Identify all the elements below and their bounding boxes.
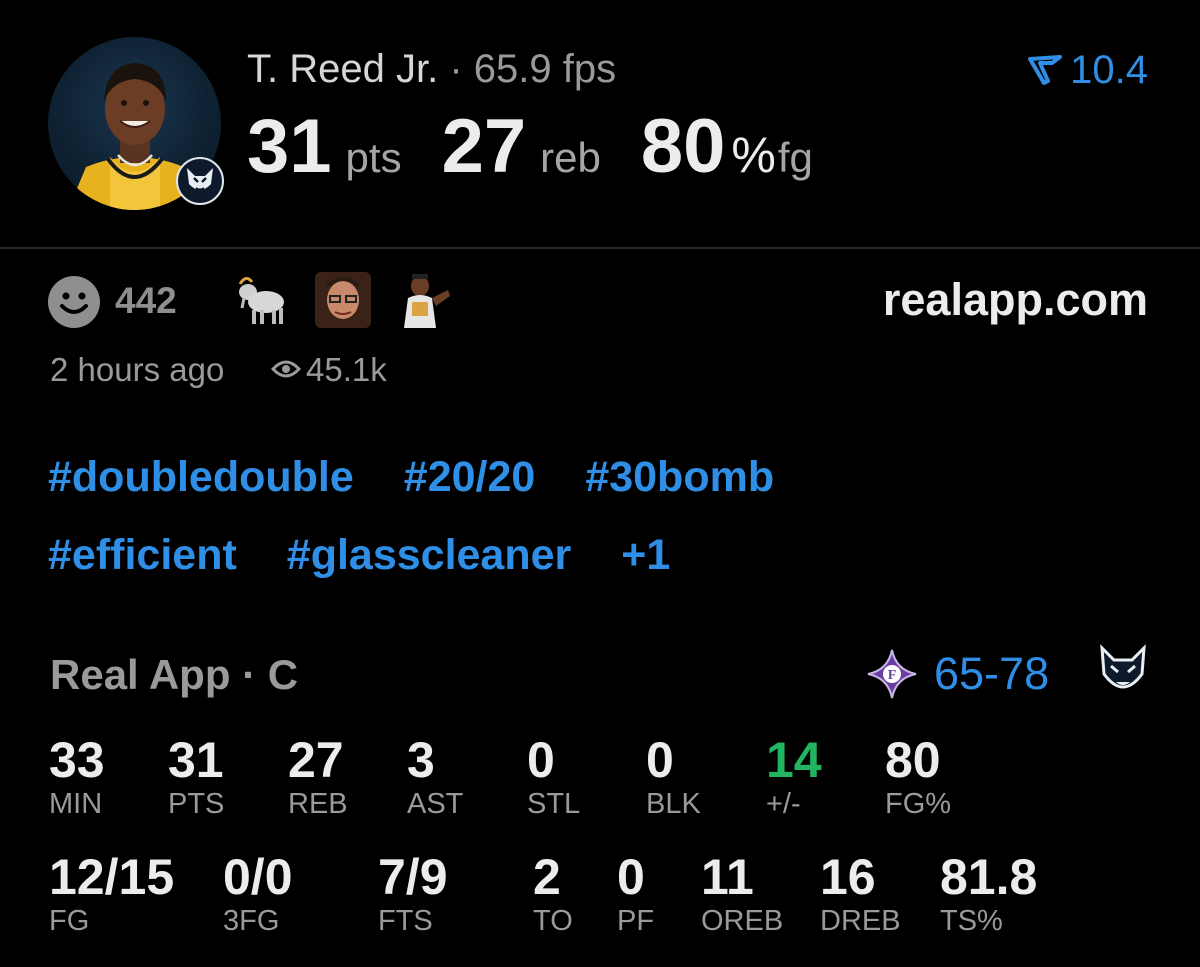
stat-reb: 27 REB — [288, 733, 348, 819]
stat-label: OREB — [701, 905, 784, 937]
headline-rebounds-value: 27 — [441, 104, 527, 189]
stat-value: 11 — [701, 849, 754, 905]
stat-value: 3 — [407, 732, 435, 788]
stat-label: TS% — [940, 905, 1003, 937]
goat-emoji[interactable] — [232, 272, 288, 326]
view-count: 45.1k — [306, 351, 387, 388]
separator-dot: · — [449, 47, 463, 91]
stat-value: 0/0 — [223, 849, 293, 905]
tag-link[interactable]: #glasscleaner — [287, 530, 571, 580]
stat-oreb: 11 OREB — [701, 850, 783, 936]
real-v-icon — [1028, 55, 1063, 85]
tag-row-2: #efficient #glasscleaner +1 — [48, 530, 1158, 580]
reaction-count[interactable]: 442 — [115, 279, 177, 323]
fantasy-points: 65.9 fps — [473, 47, 617, 91]
stat-label: BLK — [646, 788, 701, 820]
husky-icon — [187, 168, 213, 191]
stat-fg-pct: 80 FG% — [885, 733, 951, 819]
headline-fg-percent: % — [731, 127, 776, 183]
tag-link[interactable]: #doubledouble — [48, 452, 354, 502]
player-rating[interactable]: 10.4 — [1028, 48, 1148, 92]
post-time: 2 hours ago — [50, 351, 225, 388]
stat-value: 27 — [288, 732, 344, 788]
stat-value: 14 — [766, 732, 822, 788]
stat-plus-minus: 14 +/- — [766, 733, 822, 819]
stat-min: 33 MIN — [49, 733, 105, 819]
stat-label: PTS — [168, 788, 225, 820]
stat-label: FG — [49, 905, 90, 937]
header-divider — [0, 247, 1200, 249]
svg-text:F: F — [888, 668, 897, 683]
stat-ast: 3 AST — [407, 733, 463, 819]
stat-value: 81.8 — [940, 849, 1038, 905]
headline-fg-unit: fg — [777, 134, 813, 181]
stat-label: DREB — [820, 905, 901, 937]
stat-to: 2 TO — [533, 850, 573, 936]
stat-pf: 0 PF — [617, 850, 654, 936]
stat-value: 0 — [617, 849, 645, 905]
more-tags-button[interactable]: +1 — [621, 530, 670, 580]
stat-value: 33 — [49, 732, 105, 788]
tag-link[interactable]: #30bomb — [585, 452, 774, 502]
team-husky-badge — [176, 157, 224, 205]
stat-value: 16 — [820, 849, 876, 905]
tag-link[interactable]: #efficient — [48, 530, 237, 580]
game-score[interactable]: 65-78 — [934, 648, 1049, 700]
stat-label: PF — [617, 905, 655, 937]
face-emoji[interactable] — [315, 272, 371, 328]
stat-label: AST — [407, 788, 464, 820]
headline-stats: 31 pts 27 reb 80 % fg — [247, 104, 813, 190]
rating-value: 10.4 — [1070, 48, 1148, 92]
site-link[interactable]: realapp.com — [883, 274, 1148, 326]
player-name[interactable]: T. Reed Jr. — [247, 47, 438, 91]
smiley-icon[interactable] — [48, 276, 100, 328]
player-header-line: T. Reed Jr. · 65.9 fps — [247, 46, 616, 92]
headline-rebounds-unit: reb — [540, 134, 601, 181]
stat-dreb: 16 DREB — [820, 850, 901, 936]
stat-label: 3FG — [223, 905, 280, 937]
stat-fts: 7/9 FTS — [378, 850, 448, 936]
furman-logo[interactable]: F — [866, 648, 918, 700]
stat-value: 0 — [646, 732, 674, 788]
stat-label: MIN — [49, 788, 103, 820]
stat-stl: 0 STL — [527, 733, 580, 819]
stat-label: FTS — [378, 905, 433, 937]
stat-value: 2 — [533, 849, 561, 905]
player-emoji[interactable] — [398, 272, 454, 328]
league-label: Real App · C — [50, 651, 299, 698]
eye-icon — [271, 360, 301, 378]
stat-value: 31 — [168, 732, 224, 788]
headline-fg-value: 80 — [640, 104, 726, 189]
stat-fg: 12/15 FG — [49, 850, 174, 936]
stat-value: 80 — [885, 732, 941, 788]
stat-ts-pct: 81.8 TS% — [940, 850, 1037, 936]
stat-label: TO — [533, 905, 573, 937]
uconn-husky-logo[interactable] — [1098, 644, 1148, 700]
stat-value: 7/9 — [378, 849, 448, 905]
stat-blk: 0 BLK — [646, 733, 701, 819]
stat-label: FG% — [885, 788, 952, 820]
stat-value: 12/15 — [49, 849, 175, 905]
headline-points-unit: pts — [345, 134, 402, 181]
tag-link[interactable]: #20/20 — [404, 452, 536, 502]
stat-label: +/- — [766, 788, 801, 820]
stat-value: 0 — [527, 732, 555, 788]
tag-row-1: #doubledouble #20/20 #30bomb — [48, 452, 1158, 502]
stat-pts: 31 PTS — [168, 733, 224, 819]
stat-label: STL — [527, 788, 581, 820]
stat-label: REB — [288, 788, 348, 820]
headline-points-value: 31 — [247, 104, 332, 189]
stat-3fg: 0/0 3FG — [223, 850, 293, 936]
